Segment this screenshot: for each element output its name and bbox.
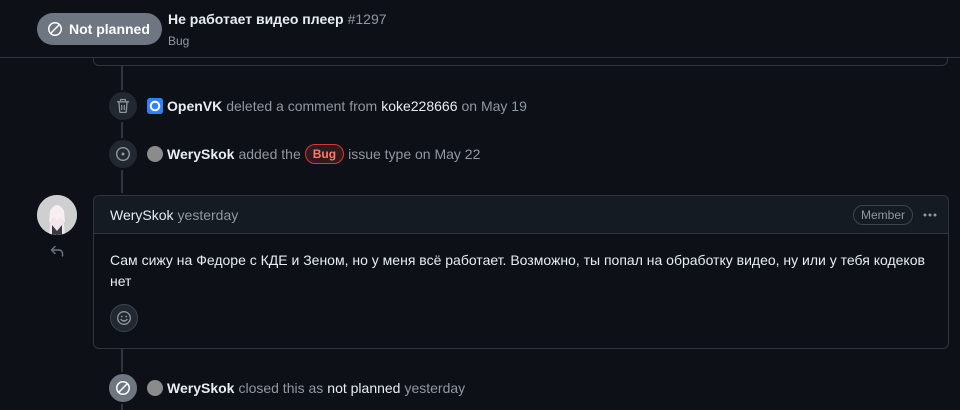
timeline-event-issue-type: WerySkok added the Bug issue type on May… (107, 138, 480, 170)
event-text-after: issue type on May 22 (348, 146, 481, 162)
event-text: closed this as (238, 380, 324, 396)
issue-timeline-page: Not planned Не работает видео плеер #1297… (0, 0, 960, 410)
event-badge-closed (107, 372, 139, 404)
close-reason: not planned (327, 380, 401, 396)
add-reaction-button[interactable] (110, 304, 138, 332)
avatar-openvk[interactable] (147, 98, 163, 114)
kebab-horizontal-icon (923, 213, 937, 217)
comment-box: WerySkok yesterday Member Сам сижу на Фе… (93, 195, 949, 349)
issue-opened-icon (115, 146, 131, 162)
event-badge (107, 90, 139, 122)
event-actor[interactable]: OpenVK (167, 98, 222, 114)
event-date[interactable]: yesterday (404, 380, 465, 396)
comment-header: WerySkok yesterday (94, 196, 948, 234)
skip-icon (48, 22, 62, 36)
avatar-weryskok-small[interactable] (147, 146, 163, 162)
avatar-weryskok[interactable] (37, 195, 77, 235)
event-text: deleted a comment from (226, 98, 378, 114)
timeline-event-deleted-comment: OpenVK deleted a comment from koke228666… (107, 90, 527, 122)
timeline-event-closed: WerySkok closed this as not planned yest… (107, 372, 465, 404)
event-text: added the (238, 146, 301, 162)
smiley-icon (117, 311, 131, 325)
timeline-line (121, 66, 123, 193)
member-badge: Member (853, 205, 914, 225)
event-target-user[interactable]: koke228666 (381, 98, 457, 114)
comment-timestamp[interactable]: yesterday (178, 207, 239, 223)
issue-type: Bug (168, 34, 190, 48)
state-badge-not-planned: Not planned (37, 13, 162, 45)
comment-body: Сам сижу на Федоре с КДЕ и Зеном, но у м… (110, 252, 925, 289)
sticky-issue-header: Not planned Не работает видео плеер #1297… (0, 0, 960, 58)
trash-icon (116, 98, 130, 114)
comment-author[interactable]: WerySkok (110, 207, 174, 223)
event-actor[interactable]: WerySkok (167, 380, 234, 396)
event-badge (107, 138, 139, 170)
state-label: Not planned (69, 21, 150, 37)
avatar-weryskok-small[interactable] (147, 380, 163, 396)
reply-icon[interactable] (49, 243, 65, 264)
label-bug[interactable]: Bug (304, 144, 345, 164)
issue-number: #1297 (347, 11, 387, 27)
issue-title[interactable]: Не работает видео плеер #1297 (168, 11, 387, 27)
event-date[interactable]: on May 19 (462, 98, 527, 114)
comment-menu-button[interactable] (919, 206, 941, 224)
issue-title-text[interactable]: Не работает видео плеер (168, 11, 344, 27)
event-actor[interactable]: WerySkok (167, 146, 234, 162)
skip-icon (116, 381, 130, 395)
